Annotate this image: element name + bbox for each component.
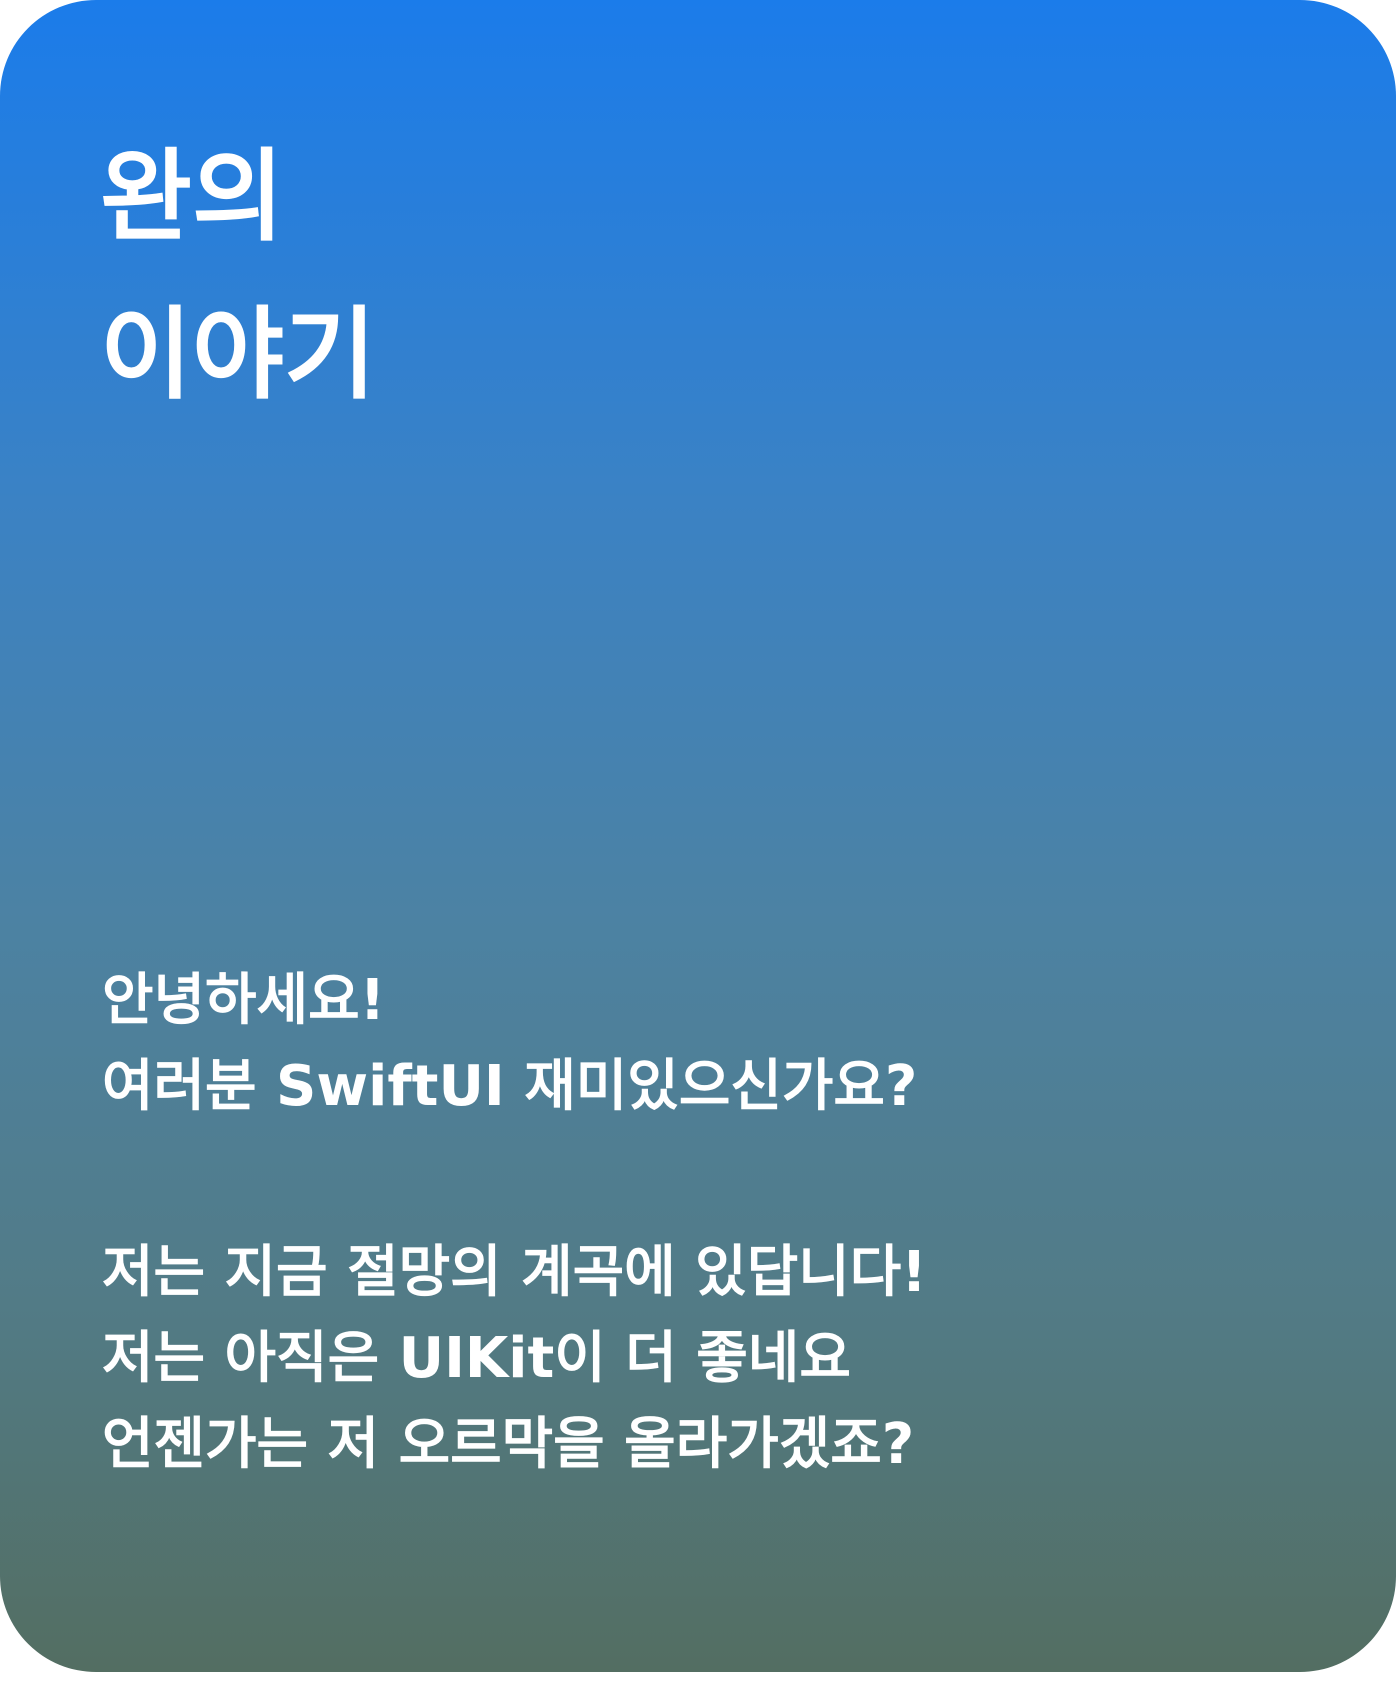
message-line-5: 언젠가는 저 오르막을 올라가겠죠?	[102, 1412, 915, 1477]
card-message: 안녕하세요! 여러분 SwiftUI 재미있으신가요? 저는 지금 절망의 계곡…	[102, 958, 927, 1488]
title-line-1: 완의	[100, 138, 284, 255]
message-line-4: 저는 아직은 UIKit이 더 좋네요	[102, 1326, 851, 1391]
message-line-3: 저는 지금 절망의 계곡에 있답니다!	[102, 1240, 927, 1305]
story-card: 완의 이야기 안녕하세요! 여러분 SwiftUI 재미있으신가요? 저는 지금…	[0, 0, 1396, 1672]
card-title: 완의 이야기	[100, 118, 376, 434]
title-line-2: 이야기	[100, 296, 376, 413]
message-greeting: 안녕하세요!	[102, 968, 386, 1033]
message-question: 여러분 SwiftUI 재미있으신가요?	[102, 1054, 918, 1119]
